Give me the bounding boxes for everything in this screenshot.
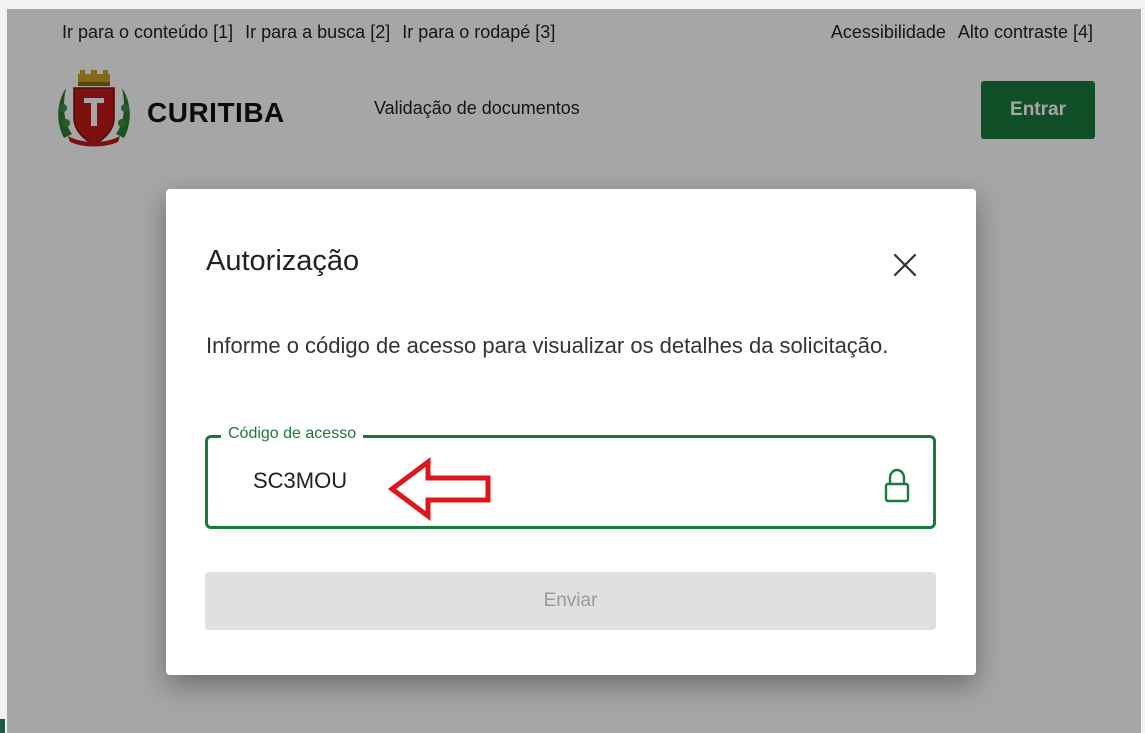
authorization-dialog: Autorização Informe o código de acesso p… [166, 189, 976, 675]
close-icon [893, 253, 917, 277]
frame-top [0, 0, 1145, 9]
access-code-label: Código de acesso [221, 425, 364, 443]
corner-decoration [0, 719, 5, 733]
submit-button[interactable]: Enviar [205, 572, 936, 630]
frame-left [0, 0, 7, 733]
dialog-title: Autorização [206, 245, 360, 277]
close-button[interactable] [881, 241, 929, 289]
dialog-description: Informe o código de acesso para visualiz… [206, 333, 889, 358]
lock-icon[interactable] [883, 468, 911, 504]
frame-right [1141, 0, 1145, 733]
access-code-field[interactable]: Código de acesso [205, 425, 936, 529]
browser-viewport: Ir para o conteúdo [1] Ir para a busca [… [7, 9, 1141, 733]
red-arrow-annotation-icon [387, 457, 491, 521]
